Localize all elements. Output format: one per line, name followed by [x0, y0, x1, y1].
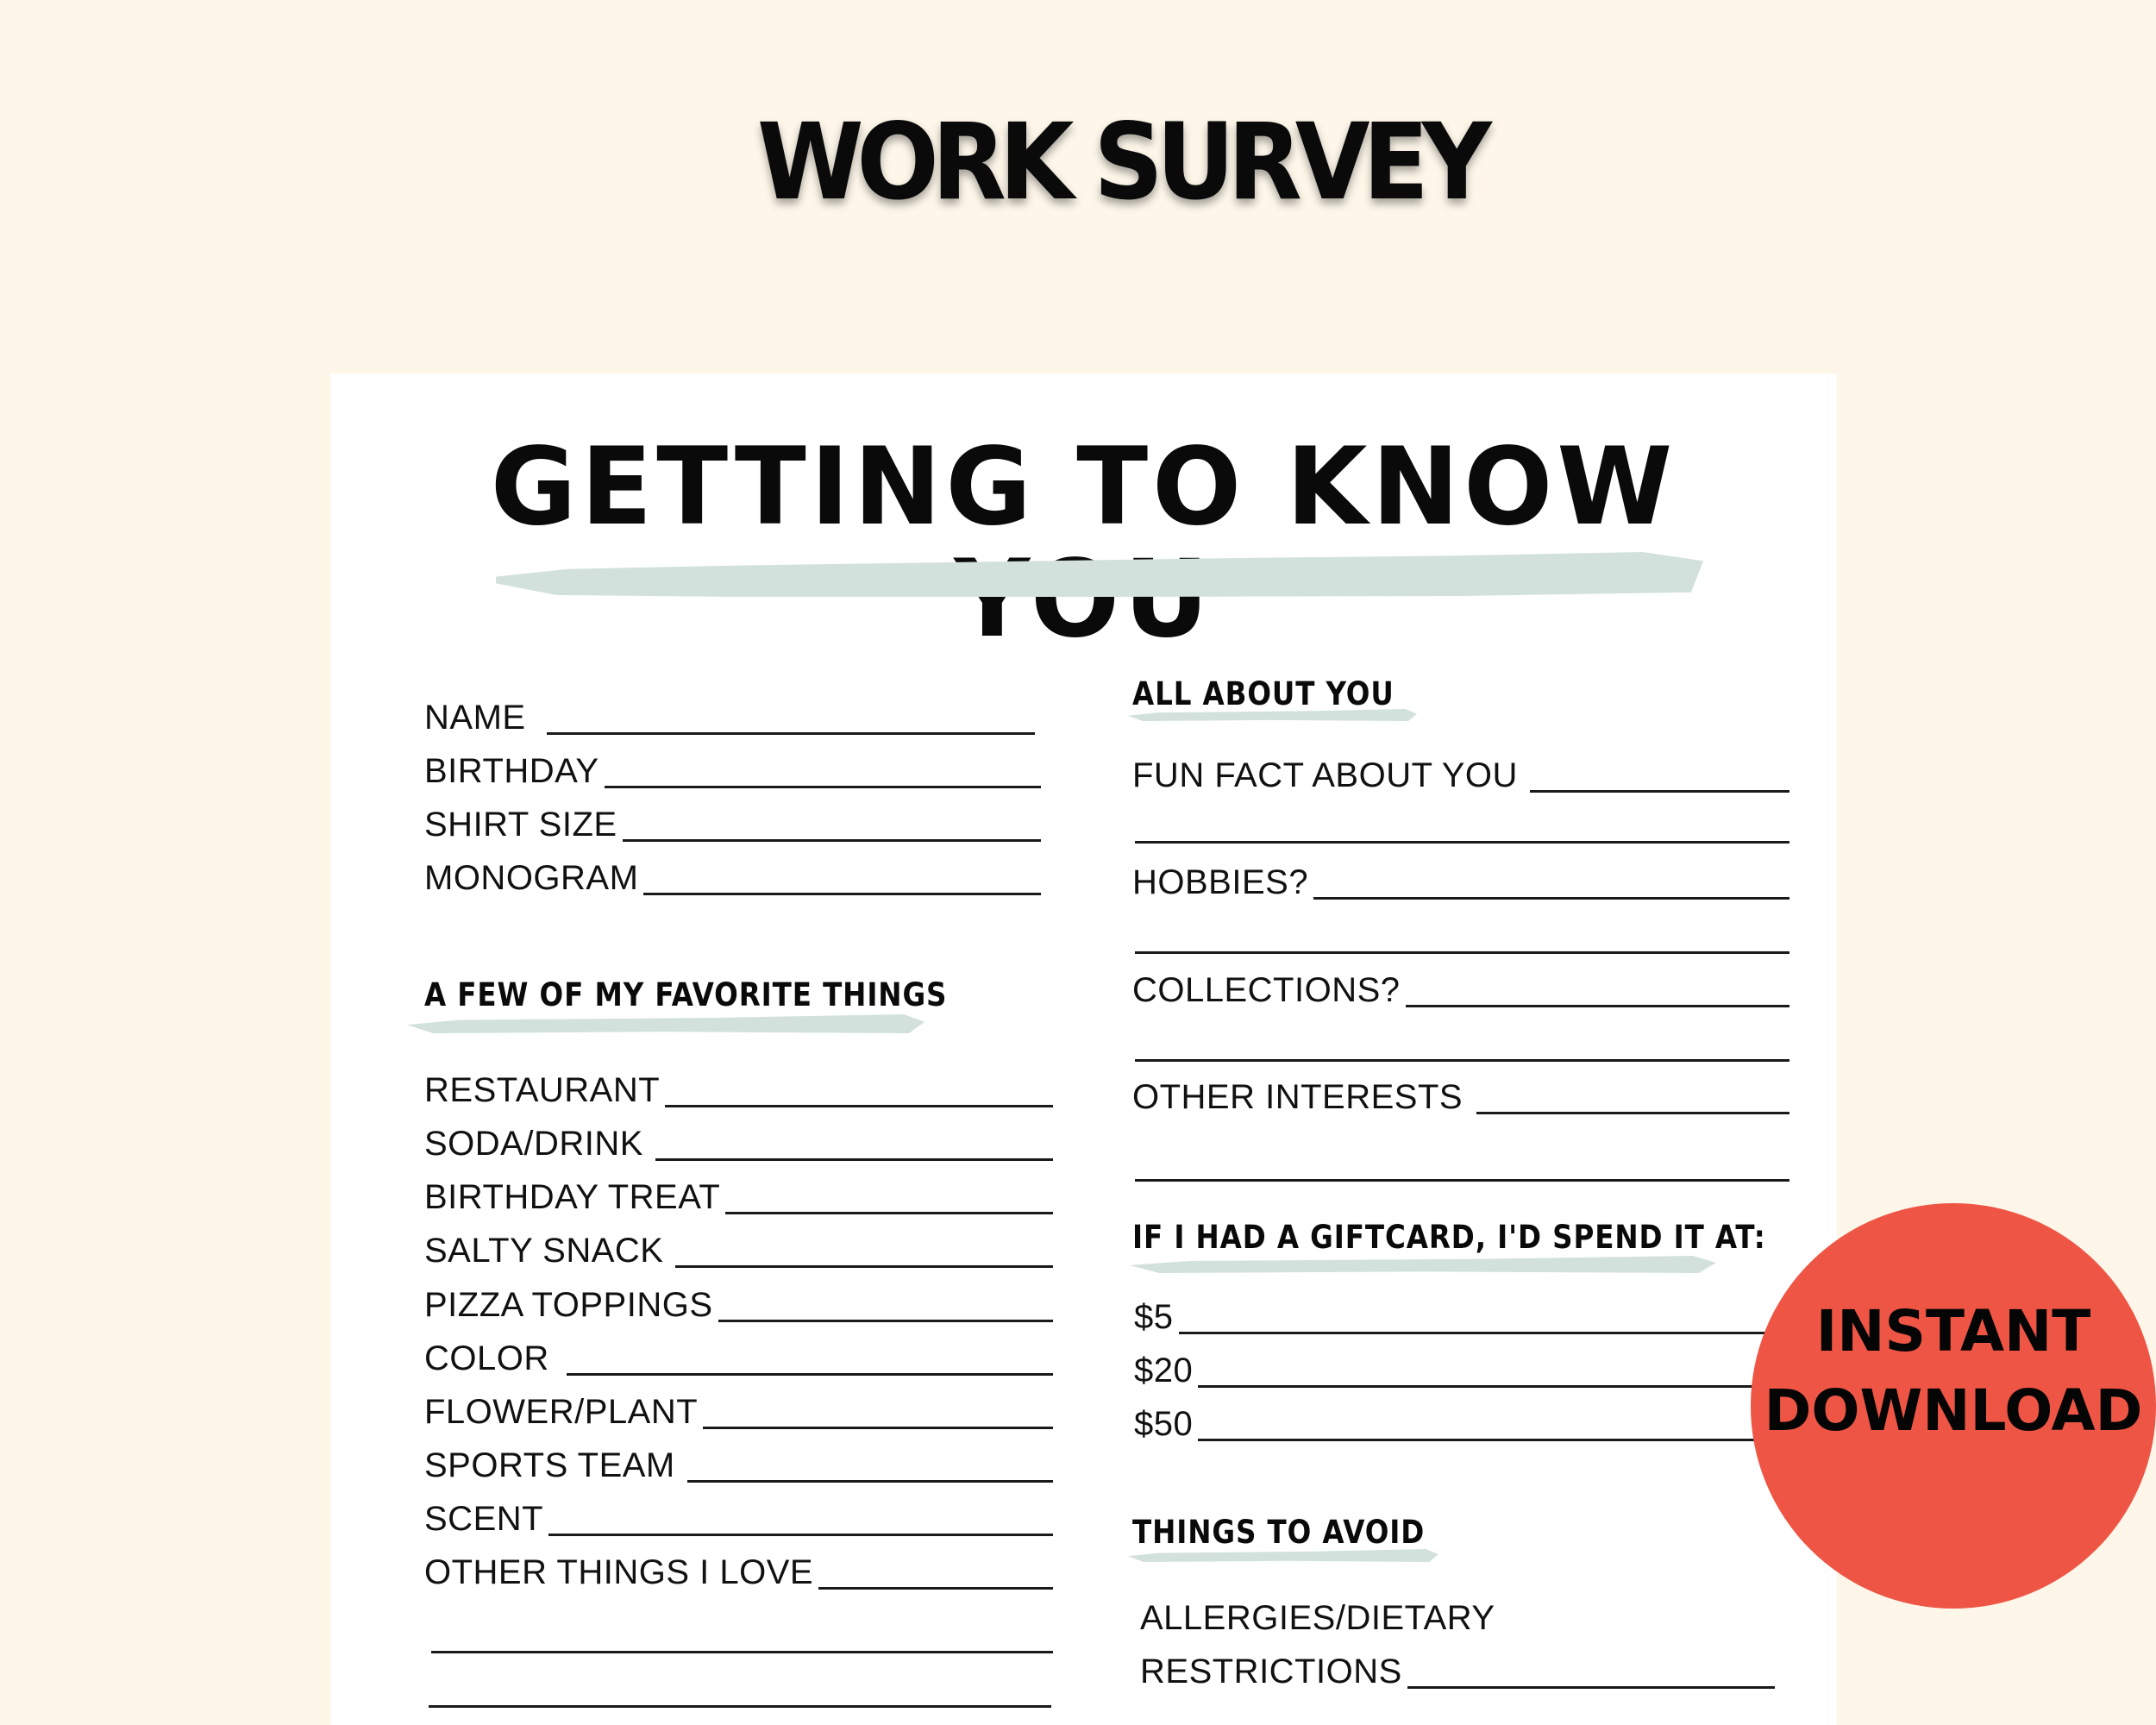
field-blank[interactable]	[1529, 790, 1789, 793]
allergies-label-row: ALLERGIES/DIETARY	[1140, 1596, 1775, 1639]
other-things-extra-line[interactable]	[431, 1651, 1053, 1653]
birthday-field[interactable]: BIRTHDAY	[424, 749, 1041, 792]
other-things-i-love-field[interactable]: OTHER THINGS I LOVE	[424, 1550, 1053, 1593]
field-blank[interactable]	[725, 1212, 1053, 1214]
field-blank[interactable]	[665, 1105, 1053, 1107]
field-label: PIZZA TOPPINGS	[424, 1286, 713, 1324]
giftcard-5-field[interactable]: $5	[1134, 1295, 1777, 1338]
restaurant-field[interactable]: RESTAURANT	[424, 1068, 1053, 1111]
field-label: FLOWER/PLANT	[424, 1393, 699, 1431]
shirt-size-field[interactable]: SHIRT SIZE	[424, 802, 1041, 845]
pizza-toppings-field[interactable]: PIZZA TOPPINGS	[424, 1283, 1053, 1326]
things-to-avoid-heading: THINGS TO AVOID	[1132, 1514, 1426, 1551]
field-blank[interactable]	[1405, 1005, 1789, 1007]
field-blank[interactable]	[686, 1480, 1053, 1483]
field-blank[interactable]	[655, 1158, 1053, 1161]
field-label: RESTRICTIONS	[1140, 1653, 1402, 1690]
field-blank[interactable]	[1198, 1439, 1777, 1441]
field-blank[interactable]	[718, 1320, 1053, 1322]
field-blank[interactable]	[548, 1534, 1053, 1536]
field-label: COLOR	[424, 1339, 549, 1377]
field-label: FUN FACT ABOUT YOU	[1132, 756, 1518, 794]
field-blank[interactable]	[1178, 1332, 1777, 1334]
field-label: ALLERGIES/DIETARY	[1140, 1599, 1495, 1637]
allergies-dietary-restrictions-field[interactable]: RESTRICTIONS	[1140, 1649, 1775, 1692]
hobbies-field[interactable]: HOBBIES?	[1132, 860, 1789, 903]
about-you-heading: ALL ABOUT YOU	[1132, 675, 1395, 712]
favorites-heading: A FEW OF MY FAVORITE THINGS	[424, 976, 948, 1013]
field-label: OTHER THINGS I LOVE	[424, 1553, 814, 1591]
field-label: SALTY SNACK	[424, 1232, 664, 1270]
giftcard-50-field[interactable]: $50	[1134, 1402, 1777, 1445]
field-label: OTHER INTERESTS	[1132, 1078, 1463, 1116]
field-label: NAME	[424, 699, 526, 737]
field-blank[interactable]	[1313, 897, 1789, 900]
field-blank[interactable]	[546, 732, 1035, 735]
hobbies-extra-line[interactable]	[1135, 951, 1789, 954]
field-label: $5	[1134, 1298, 1174, 1336]
other-interests-field[interactable]: OTHER INTERESTS	[1132, 1075, 1789, 1118]
field-label: BIRTHDAY	[424, 752, 599, 790]
field-blank[interactable]	[1407, 1686, 1775, 1689]
field-label: SCENT	[424, 1500, 544, 1538]
collections-field[interactable]: COLLECTIONS?	[1132, 968, 1789, 1011]
hero-title: WORK SURVEY	[756, 101, 1492, 223]
field-blank[interactable]	[818, 1587, 1053, 1590]
field-label: SODA/DRINK	[424, 1125, 643, 1163]
field-label: BIRTHDAY TREAT	[424, 1178, 721, 1216]
field-label: SPORTS TEAM	[424, 1446, 675, 1484]
field-label: MONOGRAM	[424, 859, 639, 897]
field-blank[interactable]	[566, 1373, 1053, 1376]
field-label: $20	[1134, 1352, 1194, 1389]
document-title: GETTING TO KNOW YOU	[490, 425, 1677, 662]
soda-drink-field[interactable]: SODA/DRINK	[424, 1121, 1053, 1164]
field-blank[interactable]	[622, 839, 1041, 842]
field-label: $50	[1134, 1405, 1194, 1443]
field-blank[interactable]	[1476, 1112, 1789, 1114]
fun-fact-extra-line[interactable]	[1135, 841, 1789, 844]
name-field[interactable]: NAME	[424, 695, 1035, 738]
field-label: RESTAURANT	[424, 1071, 661, 1109]
field-blank[interactable]	[643, 893, 1041, 895]
flower-plant-field[interactable]: FLOWER/PLANT	[424, 1389, 1053, 1433]
scent-field[interactable]: SCENT	[424, 1496, 1053, 1540]
giftcard-heading: IF I HAD A GIFTCARD, I'D SPEND IT AT:	[1132, 1219, 1766, 1256]
badge-line-1: INSTANT	[1815, 1298, 2091, 1364]
instant-download-badge: INSTANT DOWNLOAD	[1751, 1203, 2156, 1609]
collections-extra-line[interactable]	[1135, 1059, 1789, 1062]
sports-team-field[interactable]: SPORTS TEAM	[424, 1443, 1053, 1486]
field-blank[interactable]	[1198, 1385, 1777, 1388]
salty-snack-field[interactable]: SALTY SNACK	[424, 1228, 1053, 1271]
giftcard-20-field[interactable]: $20	[1134, 1348, 1777, 1391]
fun-fact-field[interactable]: FUN FACT ABOUT YOU	[1132, 753, 1789, 796]
field-blank[interactable]	[703, 1427, 1053, 1429]
field-blank[interactable]	[604, 786, 1041, 788]
field-label: HOBBIES?	[1132, 863, 1309, 901]
birthday-treat-field[interactable]: BIRTHDAY TREAT	[424, 1175, 1053, 1218]
other-things-extra-line[interactable]	[429, 1705, 1051, 1708]
monogram-field[interactable]: MONOGRAM	[424, 856, 1041, 899]
field-label: COLLECTIONS?	[1132, 971, 1401, 1009]
field-blank[interactable]	[675, 1265, 1053, 1268]
badge-line-2: DOWNLOAD	[1764, 1377, 2143, 1444]
color-field[interactable]: COLOR	[424, 1336, 1053, 1379]
other-interests-extra-line[interactable]	[1135, 1179, 1789, 1182]
field-label: SHIRT SIZE	[424, 806, 617, 844]
